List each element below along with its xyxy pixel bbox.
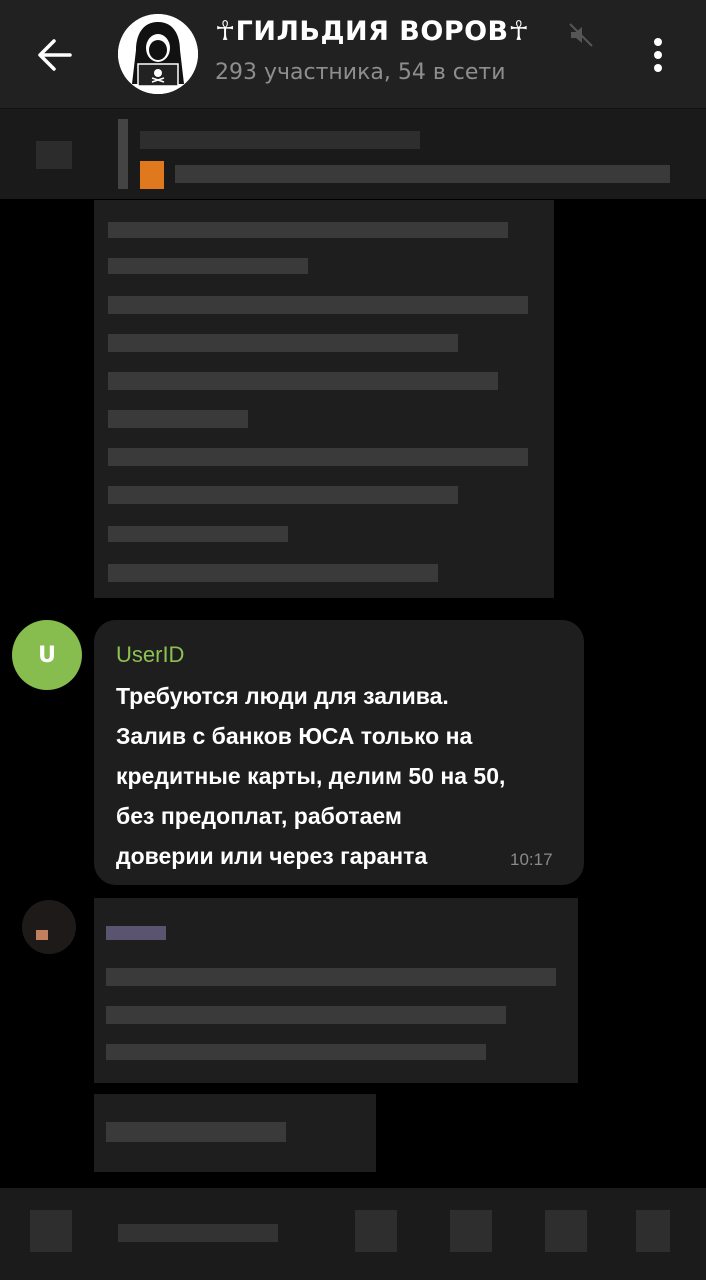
message-input-bar[interactable]: [0, 1188, 706, 1280]
arrow-left-icon: [38, 39, 72, 71]
pixelated-avatar: [22, 900, 76, 954]
chat-header: ☥ГИЛЬДИЯ ВОРОВ☥ 293 участника, 54 в сети: [0, 0, 706, 109]
chat-title[interactable]: ☥ГИЛЬДИЯ ВОРОВ☥: [215, 16, 529, 47]
message-text: Требуются люди для залива. Залив с банко…: [116, 676, 576, 876]
pixelated-message: [94, 1094, 376, 1172]
message-line: доверии или через гаранта: [116, 843, 428, 869]
pixelated-message: [94, 200, 554, 598]
sender-avatar[interactable]: U: [12, 620, 82, 690]
more-vertical-icon: [654, 38, 662, 72]
hacker-icon: [118, 14, 198, 94]
message-line: Требуются люди для залива.: [116, 683, 449, 709]
emoji-icon[interactable]: [30, 1210, 72, 1252]
message-line: Залив с банков ЮСА только на: [116, 723, 473, 749]
pinned-message-bar[interactable]: [0, 109, 706, 199]
message-time: 10:17: [510, 850, 553, 869]
sticker-icon[interactable]: [355, 1210, 397, 1252]
more-menu-button[interactable]: [640, 30, 676, 80]
pixelated-message: [94, 898, 578, 1083]
sender-name[interactable]: UserID: [116, 642, 184, 668]
group-avatar[interactable]: [118, 14, 198, 94]
muted-speaker-icon: [569, 23, 593, 47]
back-button[interactable]: [30, 30, 80, 80]
camera-icon[interactable]: [545, 1210, 587, 1252]
message-input[interactable]: [118, 1224, 278, 1242]
attach-icon[interactable]: [450, 1210, 492, 1252]
chat-subtitle: 293 участника, 54 в сети: [215, 60, 506, 85]
microphone-icon[interactable]: [636, 1210, 670, 1252]
message-line: без предоплат, работаем: [116, 803, 402, 829]
message-line: кредитные карты, делим 50 на 50,: [116, 763, 506, 789]
